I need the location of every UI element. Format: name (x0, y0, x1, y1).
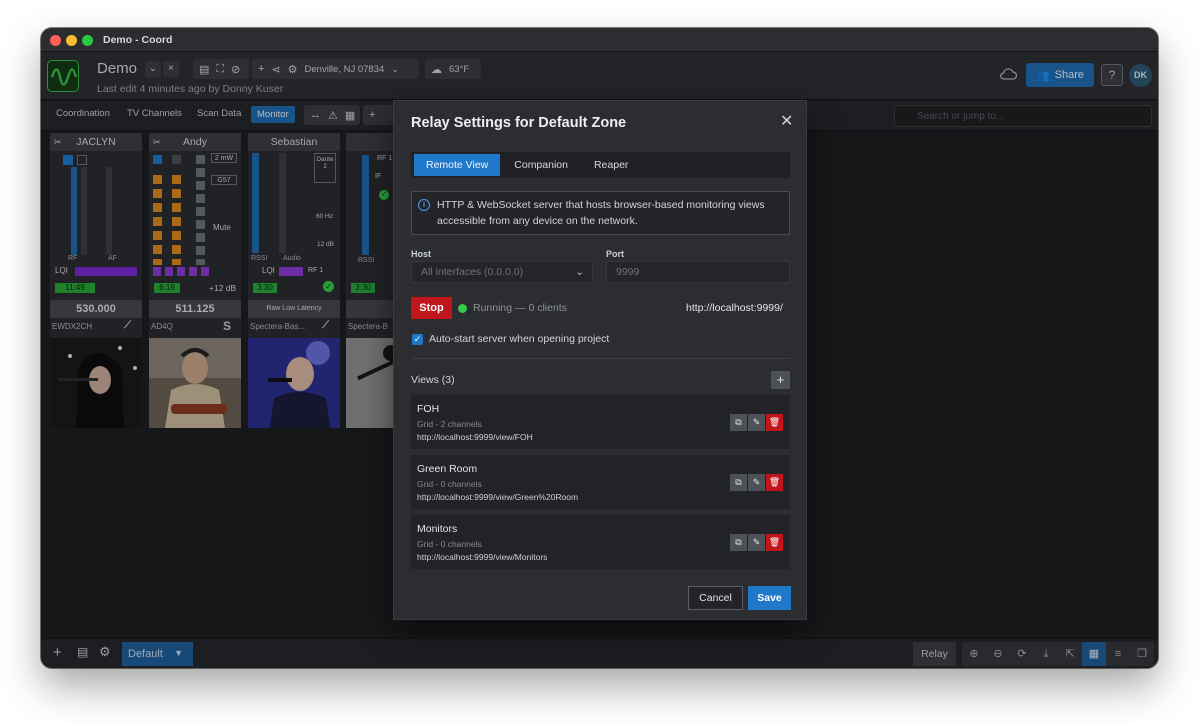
edit-icon[interactable]: ✎ (748, 534, 765, 551)
status-indicator (458, 304, 467, 313)
close-icon[interactable]: ✕ (780, 111, 793, 131)
zoom-window-button[interactable] (82, 35, 93, 46)
tab-remote-view[interactable]: Remote View (414, 154, 501, 176)
edit-icon[interactable]: ✎ (748, 474, 765, 491)
view-url[interactable]: http://localhost:9999/view/FOH (417, 432, 533, 442)
info-icon: i (418, 199, 430, 211)
port-label: Port (606, 249, 624, 259)
window-title: Demo - Coord (103, 34, 173, 46)
view-name: Monitors (417, 523, 458, 535)
server-status: Running — 0 clients (473, 302, 567, 314)
relay-settings-dialog: Relay Settings for Default Zone ✕ Remote… (393, 100, 807, 620)
close-window-button[interactable] (50, 35, 61, 46)
view-name: FOH (417, 403, 440, 415)
tab-companion[interactable]: Companion (502, 154, 580, 176)
view-card: FOH Grid - 2 channels http://localhost:9… (411, 395, 790, 449)
host-select[interactable]: All interfaces (0.0.0.0) ⌄ (411, 261, 593, 283)
dialog-title: Relay Settings for Default Zone (411, 115, 627, 131)
cancel-button[interactable]: Cancel (688, 586, 743, 610)
view-url[interactable]: http://localhost:9999/view/Green%20Room (417, 492, 578, 502)
views-heading: Views (3) (411, 374, 455, 386)
host-label: Host (411, 249, 431, 259)
copy-icon[interactable]: ⧉ (730, 534, 747, 551)
view-card: Monitors Grid - 0 channels http://localh… (411, 515, 790, 569)
autostart-checkbox[interactable]: ✓ (412, 334, 423, 345)
trash-icon[interactable]: 🗑 (766, 474, 783, 491)
stop-server-button[interactable]: Stop (411, 297, 452, 319)
view-card: Green Room Grid - 0 channels http://loca… (411, 455, 790, 509)
chevron-down-icon: ⌄ (575, 266, 584, 278)
divider (411, 358, 790, 359)
save-button[interactable]: Save (748, 586, 791, 610)
dialog-tabs: Remote View Companion Reaper (411, 152, 790, 178)
view-meta: Grid - 0 channels (417, 479, 482, 489)
host-value: All interfaces (0.0.0.0) (421, 266, 524, 278)
trash-icon[interactable]: 🗑 (766, 414, 783, 431)
title-bar: Demo - Coord (41, 28, 1158, 52)
minimize-window-button[interactable] (66, 35, 77, 46)
info-callout: i HTTP & WebSocket server that hosts bro… (411, 191, 790, 235)
tab-reaper[interactable]: Reaper (582, 154, 640, 176)
view-name: Green Room (417, 463, 478, 475)
server-url[interactable]: http://localhost:9999/ (686, 302, 783, 314)
view-meta: Grid - 2 channels (417, 419, 482, 429)
edit-icon[interactable]: ✎ (748, 414, 765, 431)
info-text: HTTP & WebSocket server that hosts brows… (437, 199, 765, 227)
view-meta: Grid - 0 channels (417, 539, 482, 549)
port-input[interactable]: 9999 (606, 261, 790, 283)
add-view-button[interactable]: + (771, 371, 790, 389)
copy-icon[interactable]: ⧉ (730, 474, 747, 491)
view-url[interactable]: http://localhost:9999/view/Monitors (417, 552, 547, 562)
autostart-label[interactable]: Auto-start server when opening project (429, 333, 609, 345)
trash-icon[interactable]: 🗑 (766, 534, 783, 551)
copy-icon[interactable]: ⧉ (730, 414, 747, 431)
